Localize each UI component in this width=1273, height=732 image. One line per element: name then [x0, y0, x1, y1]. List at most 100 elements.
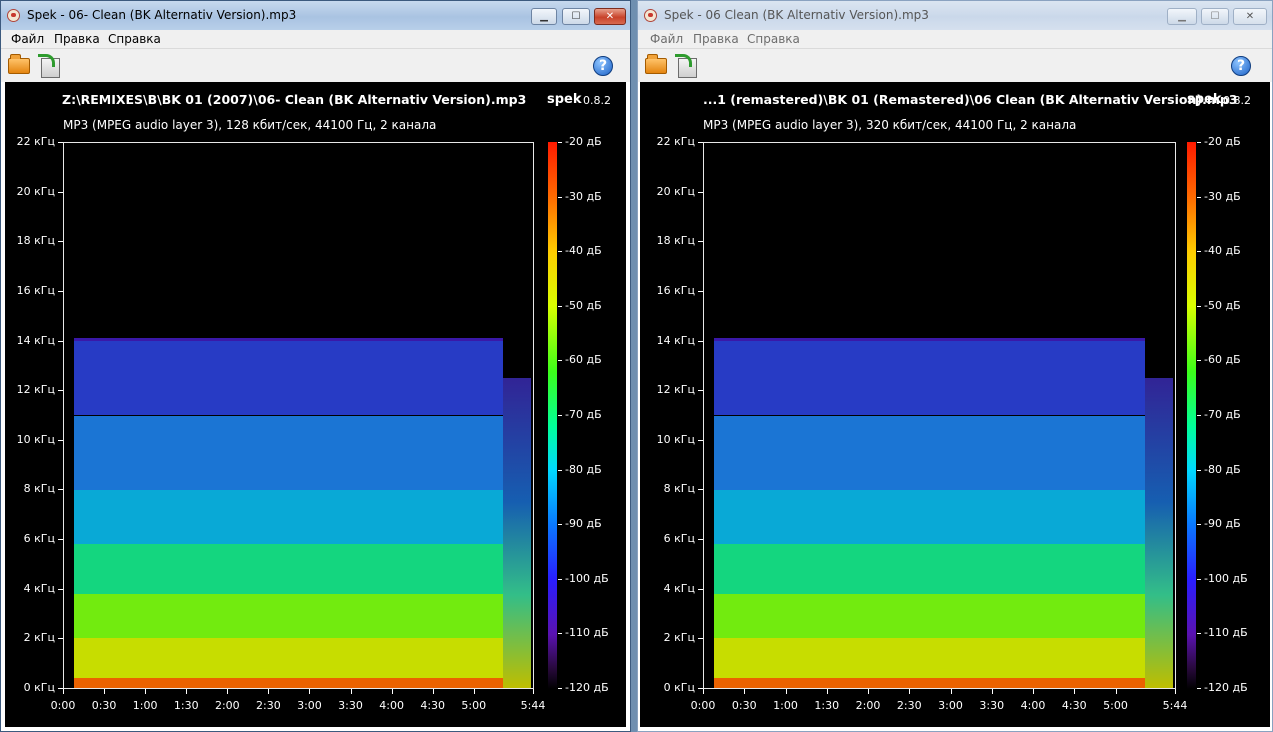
decibel-tick: [1197, 524, 1201, 526]
decibel-tick-label: -70 дБ: [1204, 408, 1241, 421]
decibel-tick-label: -120 дБ: [565, 681, 609, 694]
menu-bar: Файл Правка Справка: [638, 30, 1272, 49]
time-tick: [703, 689, 704, 694]
decibel-tick-label: -110 дБ: [1204, 626, 1248, 640]
spek-app-icon: [644, 9, 657, 22]
save-icon[interactable]: [675, 54, 697, 78]
decibel-scale-bar: [548, 142, 557, 689]
toolbar: ?: [1, 49, 630, 82]
frequency-tick-label: 8 кГц: [23, 482, 55, 496]
decibel-tick: [558, 688, 562, 689]
time-tick-label: 2:30: [896, 699, 922, 712]
decibel-tick-label: -120 дБ: [1204, 681, 1248, 694]
help-icon[interactable]: ?: [593, 56, 613, 76]
time-tick-label: 1:30: [814, 699, 840, 712]
menu-help[interactable]: Справка: [108, 32, 161, 46]
file-info: MP3 (MPEG audio layer 3), 320 кбит/сек, …: [703, 118, 1077, 132]
decibel-tick-label: -80 дБ: [1204, 462, 1241, 476]
decibel-tick: [558, 578, 562, 580]
frequency-tick-label: 8 кГц: [663, 482, 695, 496]
decibel-tick: [1197, 360, 1201, 362]
minimize-button[interactable]: ▁: [1167, 8, 1197, 25]
spectrum-band: [74, 341, 503, 416]
time-tick-label: 1:00: [132, 699, 158, 712]
frequency-tick-label: 0 кГц: [663, 681, 695, 694]
decibel-tick: [558, 196, 562, 198]
menu-edit[interactable]: Правка: [693, 32, 739, 46]
time-tick-label: 2:30: [256, 699, 281, 712]
window-title: Spek - 06- Clean (BK Alternativ Version)…: [27, 8, 297, 22]
close-button[interactable]: ✕: [594, 8, 626, 25]
frequency-tick-label: 6 кГц: [23, 532, 55, 546]
time-tick-label: 0:30: [731, 699, 757, 712]
decibel-tick: [1197, 142, 1201, 143]
decibel-tick: [1197, 415, 1201, 416]
spectrum-cutoff-fringe: [714, 338, 1145, 342]
time-tick: [909, 689, 911, 694]
decibel-tick-label: -50 дБ: [565, 298, 602, 312]
time-tick: [1115, 689, 1117, 694]
minimize-button[interactable]: ▁: [531, 8, 557, 25]
title-bar[interactable]: Spek - 06 Clean (BK Alternativ Version).…: [638, 1, 1272, 30]
spectrum-band: [74, 489, 503, 545]
time-tick-label: 2:00: [214, 699, 240, 712]
frequency-tick-label: 2 кГц: [663, 631, 695, 645]
frequency-tick-label: 14 кГц: [16, 333, 55, 347]
decibel-tick-label: -70 дБ: [565, 408, 602, 421]
open-folder-icon[interactable]: [8, 54, 30, 74]
time-tick-label: 3:00: [297, 699, 322, 712]
save-icon[interactable]: [38, 54, 60, 78]
frequency-tick-label: 20 кГц: [656, 184, 695, 198]
time-tick-label: 5:00: [461, 699, 487, 712]
decibel-tick: [1197, 251, 1201, 253]
menu-edit[interactable]: Правка: [54, 32, 100, 46]
frequency-tick-label: 22 кГц: [16, 135, 55, 148]
time-tick-label: 0:30: [91, 699, 117, 712]
time-tick-label: 1:30: [173, 699, 199, 712]
time-tick: [744, 689, 746, 694]
decibel-tick: [558, 142, 562, 143]
frequency-tick-label: 12 кГц: [16, 383, 55, 397]
close-button[interactable]: ✕: [1233, 8, 1267, 25]
decibel-tick-label: -30 дБ: [1204, 189, 1241, 203]
spectrum-band: [714, 638, 1145, 679]
spectrum-band: [714, 489, 1145, 545]
spectrum-band: [714, 593, 1145, 639]
menu-help[interactable]: Справка: [747, 32, 800, 46]
maximize-button[interactable]: ☐: [1201, 8, 1229, 25]
maximize-button[interactable]: ☐: [562, 8, 590, 25]
decibel-tick: [1197, 578, 1201, 580]
spectrum-tail: [503, 378, 531, 688]
menu-file[interactable]: Файл: [650, 32, 683, 46]
open-folder-icon[interactable]: [645, 54, 667, 74]
toolbar: ?: [638, 49, 1272, 82]
help-icon[interactable]: ?: [1231, 56, 1251, 76]
menu-bar: Файл Правка Справка: [1, 30, 630, 49]
menu-file[interactable]: Файл: [11, 32, 44, 46]
decibel-tick: [558, 469, 562, 471]
time-tick: [991, 689, 993, 694]
app-version: 0.8.2: [583, 94, 611, 107]
decibel-tick: [1197, 688, 1201, 689]
time-tick-label: 3:00: [938, 699, 963, 712]
decibel-tick-label: -60 дБ: [1204, 353, 1241, 367]
spectrum-band: [714, 544, 1145, 594]
title-bar[interactable]: Spek - 06- Clean (BK Alternativ Version)…: [1, 1, 630, 30]
decibel-tick-label: -50 дБ: [1204, 298, 1241, 312]
time-tick-label: 4:30: [1061, 699, 1087, 712]
frequency-tick-label: 10 кГц: [656, 432, 695, 446]
time-tick: [950, 689, 952, 694]
time-tick: [227, 689, 229, 694]
frequency-tick-label: 4 кГц: [23, 581, 55, 595]
spectrogram-image: [704, 143, 1175, 688]
decibel-tick: [558, 251, 562, 253]
time-tick-label: 3:30: [979, 699, 1005, 712]
file-name: ...1 (remastered)\BK 01 (Remastered)\06 …: [703, 92, 1238, 107]
app-name: spek: [547, 92, 582, 107]
decibel-scale-bar: [1187, 142, 1196, 689]
spectrogram-plot: [63, 142, 534, 689]
frequency-tick-label: 22 кГц: [656, 135, 695, 148]
spectrum-band: [714, 415, 1145, 490]
decibel-tick-label: -100 дБ: [565, 571, 609, 585]
file-info: MP3 (MPEG audio layer 3), 128 кбит/сек, …: [63, 118, 437, 132]
